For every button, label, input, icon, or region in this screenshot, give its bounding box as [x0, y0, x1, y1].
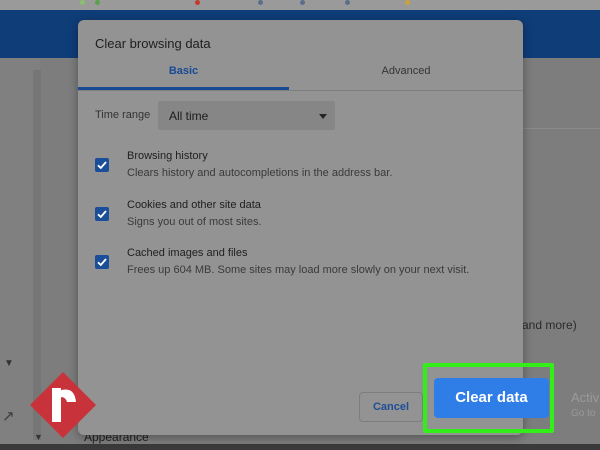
option-description: Frees up 604 MB. Some sites may load mor…: [127, 264, 470, 276]
option-description: Clears history and autocompletions in th…: [127, 167, 393, 179]
browser-top-strip: [0, 0, 600, 10]
time-range-select[interactable]: All time: [158, 101, 335, 130]
tab-favicon: [80, 0, 85, 5]
dialog-title: Clear browsing data: [95, 36, 211, 51]
tabs-divider: [78, 90, 523, 91]
option-browsing-history[interactable]: Browsing history Clears history and auto…: [95, 150, 515, 186]
option-cached-images[interactable]: Cached images and files Frees up 604 MB.…: [95, 247, 515, 283]
cached-images-checkbox[interactable]: [95, 255, 109, 269]
external-link-icon[interactable]: ↗: [2, 407, 15, 425]
option-description: Signs you out of most sites.: [127, 216, 262, 228]
activate-windows-line-2: Go to: [571, 408, 596, 419]
sidebar-arrow-icon: ▼: [4, 358, 14, 369]
tab-favicon: [195, 0, 200, 5]
time-range-value: All time: [169, 109, 209, 123]
option-title: Cached images and files: [127, 247, 248, 259]
option-cookies[interactable]: Cookies and other site data Signs you ou…: [95, 199, 515, 235]
background-divider: [523, 128, 600, 129]
time-range-label: Time range: [95, 109, 151, 121]
browsing-history-checkbox[interactable]: [95, 158, 109, 172]
cancel-button[interactable]: Cancel: [359, 392, 423, 422]
activate-windows-watermark: Activ Go to: [571, 390, 599, 422]
activate-windows-line-1: Activ: [571, 390, 600, 405]
tab-favicon: [95, 0, 100, 5]
cookies-checkbox[interactable]: [95, 207, 109, 221]
tab-favicon: [405, 0, 410, 5]
checkmark-icon: [97, 161, 107, 170]
tab-favicon: [345, 0, 350, 5]
tab-favicon: [258, 0, 263, 5]
clear-data-button[interactable]: Clear data: [434, 378, 549, 418]
caret-down-icon: [319, 114, 327, 119]
tab-advanced[interactable]: Advanced: [289, 65, 523, 89]
checkmark-icon: [97, 210, 107, 219]
taskbar: [0, 444, 600, 450]
tab-favicon: [300, 0, 305, 5]
background-partial-text: and more): [522, 318, 577, 332]
option-title: Cookies and other site data: [127, 199, 261, 211]
watermark-logo: [30, 372, 96, 438]
tab-basic[interactable]: Basic: [78, 65, 289, 89]
option-title: Browsing history: [127, 150, 208, 162]
checkmark-icon: [97, 258, 107, 267]
